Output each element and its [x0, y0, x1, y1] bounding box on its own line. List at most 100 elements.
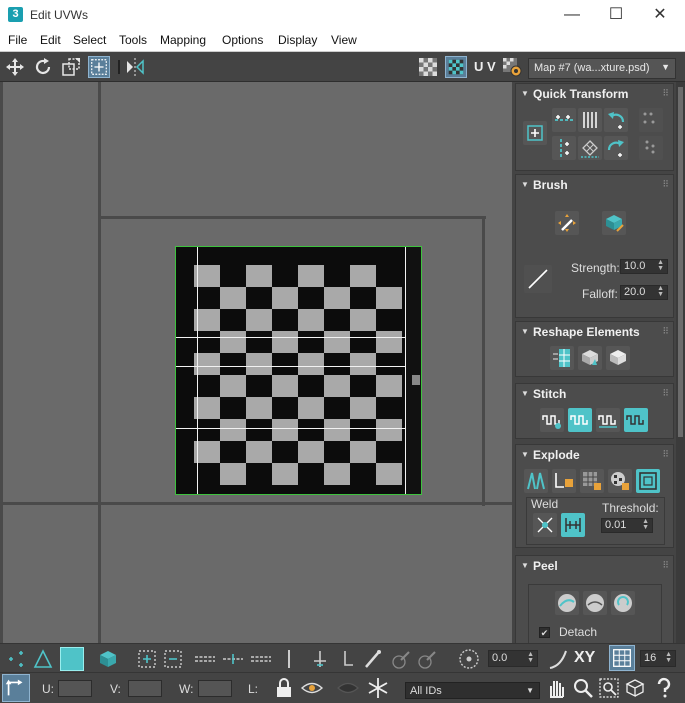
pan-hand-icon[interactable]: [545, 677, 567, 699]
rotate-ccw-button[interactable]: [604, 108, 628, 132]
texture-map-dropdown[interactable]: Map #7 (wa...xture.psd) ▼: [528, 58, 676, 79]
rotate-icon[interactable]: [32, 56, 54, 78]
relax-brush-button[interactable]: [602, 211, 626, 235]
zoom-region-icon[interactable]: [598, 677, 620, 699]
rollout-title[interactable]: Quick Transform: [533, 87, 628, 101]
spinner-arrows-icon[interactable]: ▲ ▼: [527, 651, 534, 664]
paint-shrink-icon[interactable]: [416, 648, 438, 670]
offset-spinner[interactable]: 0.0 ▲ ▼: [488, 650, 538, 667]
weld-threshold-button[interactable]: [533, 513, 557, 537]
panel-scrollbar[interactable]: [676, 82, 685, 643]
menu-file[interactable]: File: [8, 33, 27, 47]
vertex-mode-icon[interactable]: [32, 648, 54, 670]
lock-icon[interactable]: [274, 677, 294, 699]
checker-map-icon[interactable]: [445, 56, 467, 78]
rollout-title[interactable]: Peel: [533, 559, 558, 573]
stitch-to-source-button[interactable]: [624, 408, 648, 432]
soft-selection-icon[interactable]: [457, 647, 481, 671]
falloff-type-icon[interactable]: [547, 647, 571, 671]
align-horizontal-button[interactable]: [552, 108, 576, 132]
w-coordinate-input[interactable]: [198, 680, 232, 697]
space-vertical-button[interactable]: [578, 108, 602, 132]
detach-edge-verts-button[interactable]: [552, 469, 576, 493]
map-settings-icon[interactable]: [501, 56, 523, 78]
select-by-edge-icon[interactable]: [136, 648, 158, 670]
collapse-arrow-icon[interactable]: ▼: [521, 450, 529, 459]
align-to-edge-button[interactable]: [578, 136, 602, 160]
rotate-cw-button[interactable]: [604, 136, 628, 160]
rollout-title[interactable]: Reshape Elements: [533, 325, 640, 339]
zoom-magnifier-icon[interactable]: [572, 677, 594, 699]
detach-checkbox[interactable]: ✔: [539, 627, 550, 638]
flatten-button[interactable]: [636, 469, 660, 493]
rollout-title[interactable]: Explode: [533, 448, 580, 462]
stitch-to-target-button[interactable]: [568, 408, 592, 432]
scrollbar-thumb[interactable]: [678, 87, 683, 437]
mirror-icon[interactable]: [124, 56, 146, 78]
ring-grow-icon[interactable]: [309, 648, 331, 670]
weld-all-button[interactable]: [561, 513, 585, 537]
spinner-arrows-icon[interactable]: ▲ ▼: [665, 651, 672, 664]
uv-vertex-handle[interactable]: [412, 375, 420, 385]
stitch-custom-button[interactable]: [540, 408, 564, 432]
ring-select-icon[interactable]: [288, 650, 290, 668]
maximize-button[interactable]: ☐: [601, 4, 631, 26]
paint-move-button[interactable]: [555, 211, 579, 235]
element-mode-icon[interactable]: [97, 648, 119, 670]
falloff-spinner[interactable]: 20.0 ▲ ▼: [620, 285, 668, 300]
grid-size-spinner[interactable]: 16 ▲ ▼: [640, 650, 676, 667]
falloff-space-button[interactable]: XY: [574, 649, 595, 667]
move-icon[interactable]: [4, 56, 26, 78]
explode-by-material-button[interactable]: [608, 469, 632, 493]
spinner-arrows-icon[interactable]: ▲ ▼: [657, 285, 664, 298]
close-button[interactable]: ✕: [645, 4, 675, 26]
collapse-arrow-icon[interactable]: ▼: [521, 561, 529, 570]
zoom-extents-icon[interactable]: [624, 677, 646, 699]
v-coordinate-input[interactable]: [128, 680, 162, 697]
material-id-dropdown[interactable]: All IDs ▼: [405, 682, 540, 699]
brush-falloff-button[interactable]: [524, 265, 552, 293]
collapse-arrow-icon[interactable]: ▼: [521, 327, 529, 336]
scale-icon[interactable]: [60, 56, 82, 78]
paint-grow-icon[interactable]: [390, 648, 412, 670]
freeze-snowflake-icon[interactable]: [366, 676, 390, 700]
grid-snap-icon[interactable]: [609, 645, 635, 671]
loop-select-icon[interactable]: [193, 648, 217, 670]
shrink-selection-icon[interactable]: [162, 648, 184, 670]
polygon-mode-button[interactable]: [60, 647, 84, 671]
explode-by-smoothing-button[interactable]: [580, 469, 604, 493]
show-map-icon[interactable]: [417, 56, 439, 78]
uv-viewport[interactable]: [0, 82, 512, 643]
threshold-spinner[interactable]: 0.01 ▲ ▼: [601, 518, 653, 533]
menu-select[interactable]: Select: [73, 33, 106, 47]
reset-peel-button[interactable]: [611, 591, 635, 615]
rollout-title[interactable]: Stitch: [533, 387, 566, 401]
rollout-title[interactable]: Brush: [533, 178, 568, 192]
menu-mapping[interactable]: Mapping: [160, 33, 206, 47]
relax-by-face-button[interactable]: [606, 346, 630, 370]
menu-options[interactable]: Options: [222, 33, 263, 47]
paint-select-icon[interactable]: [362, 648, 384, 670]
menu-edit[interactable]: Edit: [40, 33, 61, 47]
uv-axis-button[interactable]: U V: [474, 59, 496, 74]
collapse-arrow-icon[interactable]: ▼: [521, 89, 529, 98]
minimize-button[interactable]: —: [557, 4, 587, 26]
loop-grow-icon[interactable]: [221, 648, 245, 670]
strength-spinner[interactable]: 10.0 ▲ ▼: [620, 259, 668, 274]
help-question-icon[interactable]: [652, 676, 676, 700]
break-button[interactable]: [524, 469, 548, 493]
loop-shrink-icon[interactable]: [249, 648, 273, 670]
grow-selection-icon[interactable]: [5, 648, 27, 670]
straighten-selection-button[interactable]: [550, 346, 574, 370]
quick-pivot-button[interactable]: [523, 121, 547, 145]
spinner-arrows-icon[interactable]: ▲ ▼: [657, 259, 664, 272]
relax-by-polygon-button[interactable]: [578, 346, 602, 370]
collapse-arrow-icon[interactable]: ▼: [521, 389, 529, 398]
stitch-average-button[interactable]: [596, 408, 620, 432]
hide-eye-icon[interactable]: [300, 677, 324, 699]
straighten-button[interactable]: [639, 108, 663, 132]
menu-display[interactable]: Display: [278, 33, 317, 47]
menu-tools[interactable]: Tools: [119, 33, 147, 47]
quick-peel-button[interactable]: [555, 591, 579, 615]
menu-view[interactable]: View: [331, 33, 357, 47]
